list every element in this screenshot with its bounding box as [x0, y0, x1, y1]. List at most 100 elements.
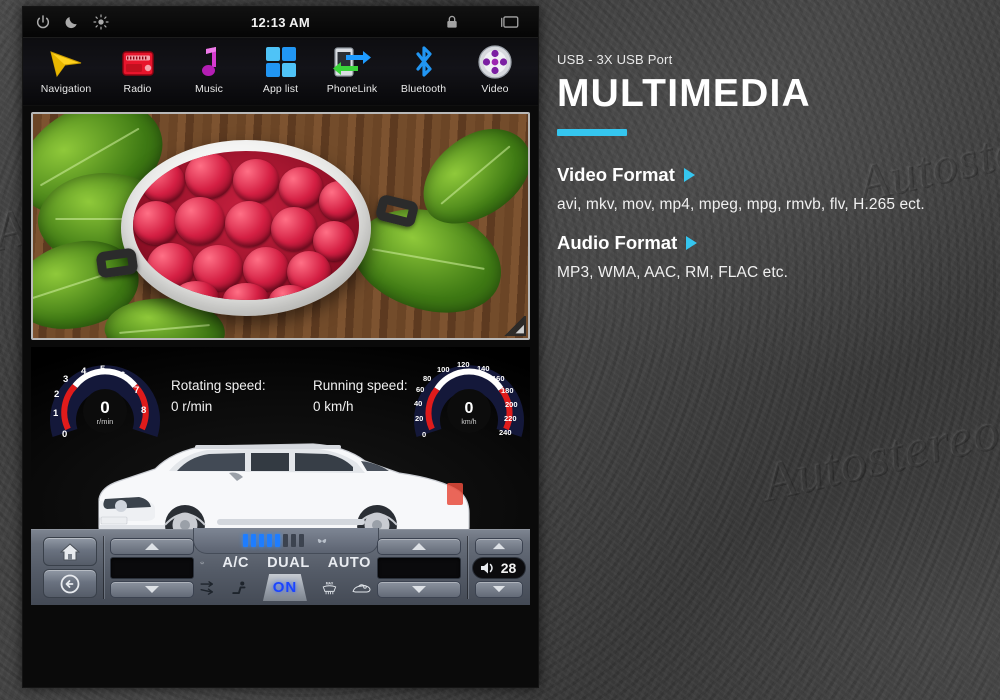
right-temperature-control	[371, 530, 467, 605]
video-format-heading: Video Format	[557, 164, 987, 186]
back-arrow-icon	[60, 574, 80, 593]
app-phonelink[interactable]: PhoneLink	[317, 42, 387, 95]
home-button[interactable]	[43, 537, 97, 566]
chevron-up-icon	[492, 542, 506, 550]
right-temp-up-button[interactable]	[377, 537, 461, 555]
fan-speed-indicator[interactable]	[192, 528, 379, 554]
svg-text:60: 60	[416, 385, 424, 394]
page-title: MULTIMEDIA	[557, 72, 811, 115]
app-grid-icon	[246, 42, 316, 82]
video-format-list: avi, mkv, mov, mp4, mpeg, mpg, rmvb, flv…	[557, 196, 925, 213]
left-temperature-control	[104, 530, 200, 605]
bowl	[121, 140, 371, 316]
svg-text:7: 7	[134, 385, 139, 396]
svg-text:3: 3	[63, 374, 68, 385]
chevron-up-icon	[145, 542, 159, 550]
lock-icon[interactable]	[444, 14, 460, 30]
chevron-down-icon	[145, 585, 159, 593]
vehicle-dashboard: 012 345 678 0 r/min 0 20 40 60 80 100 12…	[31, 347, 530, 605]
running-speed-readout: Running speed: 0 km/h	[313, 375, 408, 417]
app-label: Bluetooth	[400, 83, 447, 95]
panel-kicker: USB - 3X USB Port	[557, 52, 673, 67]
app-navigation[interactable]: Navigation	[31, 42, 101, 95]
audio-format-list: MP3, WMA, AAC, RM, FLAC etc.	[557, 264, 789, 281]
climate-icon-row: ON MAX	[200, 574, 371, 601]
fan-icon	[317, 538, 326, 543]
auto-label[interactable]: AUTO	[328, 555, 371, 571]
navigation-arrow-icon	[31, 42, 101, 82]
triangle-right-icon	[683, 168, 695, 182]
home-icon	[60, 542, 80, 560]
app-list[interactable]: App list	[246, 42, 316, 95]
phonelink-icon	[317, 42, 387, 82]
app-label: Video	[481, 83, 509, 95]
svg-text:180: 180	[501, 386, 514, 395]
app-music[interactable]: Music	[174, 42, 244, 95]
right-temp-down-button[interactable]	[377, 580, 461, 598]
svg-text:120: 120	[457, 360, 470, 369]
svg-text:0: 0	[62, 429, 67, 440]
seat-airflow-icon[interactable]	[231, 575, 249, 601]
app-bluetooth[interactable]: Bluetooth	[389, 42, 459, 95]
left-temp-display	[110, 556, 194, 579]
airflow-icon[interactable]	[200, 575, 217, 601]
svg-text:220: 220	[504, 414, 517, 423]
svg-text:0: 0	[100, 398, 109, 417]
status-bar-clock: 12:13 AM	[251, 14, 310, 30]
app-video[interactable]: Video	[460, 42, 530, 95]
audio-format-heading: Audio Format	[557, 232, 987, 254]
svg-text:240: 240	[499, 428, 512, 437]
ac-label[interactable]: A/C	[222, 555, 249, 571]
svg-text:4: 4	[81, 366, 87, 377]
back-button[interactable]	[43, 569, 97, 598]
svg-text:8: 8	[141, 405, 146, 416]
speaker-icon	[480, 562, 493, 573]
app-radio[interactable]: Radio	[103, 42, 173, 95]
front-defrost-icon[interactable]	[200, 554, 205, 572]
app-label: Radio	[123, 83, 152, 95]
readout-value: 0 km/h	[313, 399, 354, 414]
video-frame-image	[33, 114, 528, 338]
on-button[interactable]: ON	[262, 574, 307, 601]
car-head-unit-screen: 12:13 AM Navigation Radio Music App list…	[22, 6, 539, 688]
app-label: Music	[195, 83, 223, 95]
left-temp-down-button[interactable]	[110, 580, 194, 598]
chevron-down-icon	[412, 585, 426, 593]
info-panel: USB - 3X USB Port MULTIMEDIA Video Forma…	[557, 52, 987, 282]
svg-text:2: 2	[54, 389, 59, 400]
svg-text:MAX: MAX	[326, 581, 334, 585]
music-note-icon	[174, 42, 244, 82]
status-bar: 12:13 AM	[23, 7, 538, 38]
video-player[interactable]: ◢	[31, 112, 530, 340]
climate-control-bar: A/C DUAL AUTO ON MAX 28	[31, 528, 530, 605]
video-resize-handle[interactable]: ◢	[504, 316, 526, 336]
app-icon-bar: Navigation Radio Music App list PhoneLin…	[23, 38, 538, 106]
app-label: App list	[262, 83, 299, 95]
chevron-up-icon	[412, 542, 426, 550]
climate-center-controls: A/C DUAL AUTO ON MAX	[192, 528, 379, 605]
window-icon[interactable]	[498, 14, 520, 30]
readout-value: 0 r/min	[171, 399, 213, 414]
svg-text:6: 6	[120, 370, 125, 381]
triangle-right-icon	[686, 236, 698, 250]
video-reel-icon	[460, 42, 530, 82]
left-temp-up-button[interactable]	[110, 537, 194, 555]
readout-label: Running speed:	[313, 378, 408, 393]
svg-text:1: 1	[53, 408, 59, 419]
radio-icon	[103, 42, 173, 82]
svg-text:160: 160	[492, 374, 505, 383]
app-label: PhoneLink	[326, 83, 378, 95]
volume-display: 28	[471, 556, 527, 579]
svg-text:80: 80	[423, 374, 431, 383]
volume-down-button[interactable]	[475, 580, 523, 598]
recirculation-icon[interactable]	[352, 576, 371, 600]
dual-label[interactable]: DUAL	[267, 555, 310, 571]
volume-value: 28	[500, 559, 517, 576]
svg-text:140: 140	[477, 364, 490, 373]
nav-buttons-group	[31, 530, 103, 605]
svg-text:5: 5	[100, 364, 106, 375]
audio-format-label: Audio Format	[557, 232, 678, 253]
volume-up-button[interactable]	[475, 537, 523, 555]
max-defrost-icon[interactable]: MAX	[321, 575, 338, 601]
climate-mode-labels: A/C DUAL AUTO	[200, 554, 371, 572]
